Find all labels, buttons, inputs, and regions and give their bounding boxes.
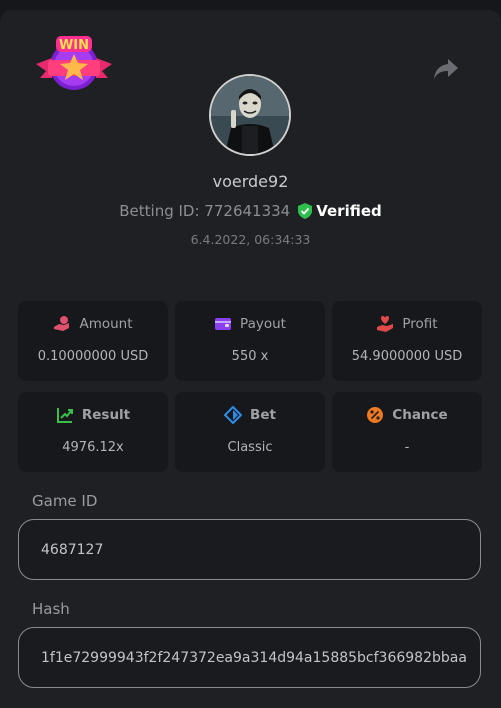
tag-icon xyxy=(224,406,243,424)
stat-label: Bet xyxy=(250,407,276,423)
stat-value: - xyxy=(404,440,410,455)
stat-label: Chance xyxy=(392,407,448,423)
game-id-label: Game ID xyxy=(32,492,98,510)
avatar xyxy=(209,74,291,156)
stat-card-chance: Chance - xyxy=(332,392,482,472)
stat-label: Result xyxy=(81,407,131,423)
win-badge-text: WIN xyxy=(59,38,89,53)
hand-coin-icon xyxy=(54,316,70,331)
verified-badge: Verified xyxy=(298,202,382,220)
betting-id: Betting ID: 772641334 xyxy=(119,202,291,220)
stat-label: Profit xyxy=(402,316,438,332)
stat-card-payout: Payout 550 x xyxy=(175,301,325,381)
stat-card-bet: Bet Classic xyxy=(175,392,325,472)
game-id-field[interactable]: 4687127 xyxy=(18,519,481,580)
hash-label: Hash xyxy=(32,600,70,618)
stat-value: 0.10000000 USD xyxy=(37,349,149,364)
shield-check-icon xyxy=(298,203,313,219)
stat-label: Amount xyxy=(79,316,133,332)
share-icon[interactable] xyxy=(432,56,460,82)
stat-value: Classic xyxy=(227,440,273,455)
stat-value: 54.9000000 USD xyxy=(351,349,463,364)
win-badge-icon: WIN xyxy=(36,36,112,90)
stat-card-result: Result 4976.12x xyxy=(18,392,168,472)
wallet-icon xyxy=(215,318,232,330)
chart-up-icon xyxy=(56,408,73,423)
stat-value: 550 x xyxy=(231,349,269,364)
bet-timestamp: 6.4.2022, 06:34:33 xyxy=(190,232,311,247)
stat-label: Payout xyxy=(240,316,286,332)
username: voerde92 xyxy=(212,172,289,191)
hand-heart-icon xyxy=(377,316,394,332)
percent-icon xyxy=(367,407,384,423)
stat-value: 4976.12x xyxy=(62,440,124,455)
stat-card-profit: Profit 54.9000000 USD xyxy=(332,301,482,381)
hash-field[interactable]: 1f1e72999943f2f247372ea9a314d94a15885bcf… xyxy=(18,627,481,688)
betting-id-row: Betting ID: 772641334 Verified xyxy=(0,202,501,220)
stat-card-amount: Amount 0.10000000 USD xyxy=(18,301,168,381)
verified-label: Verified xyxy=(316,202,382,220)
